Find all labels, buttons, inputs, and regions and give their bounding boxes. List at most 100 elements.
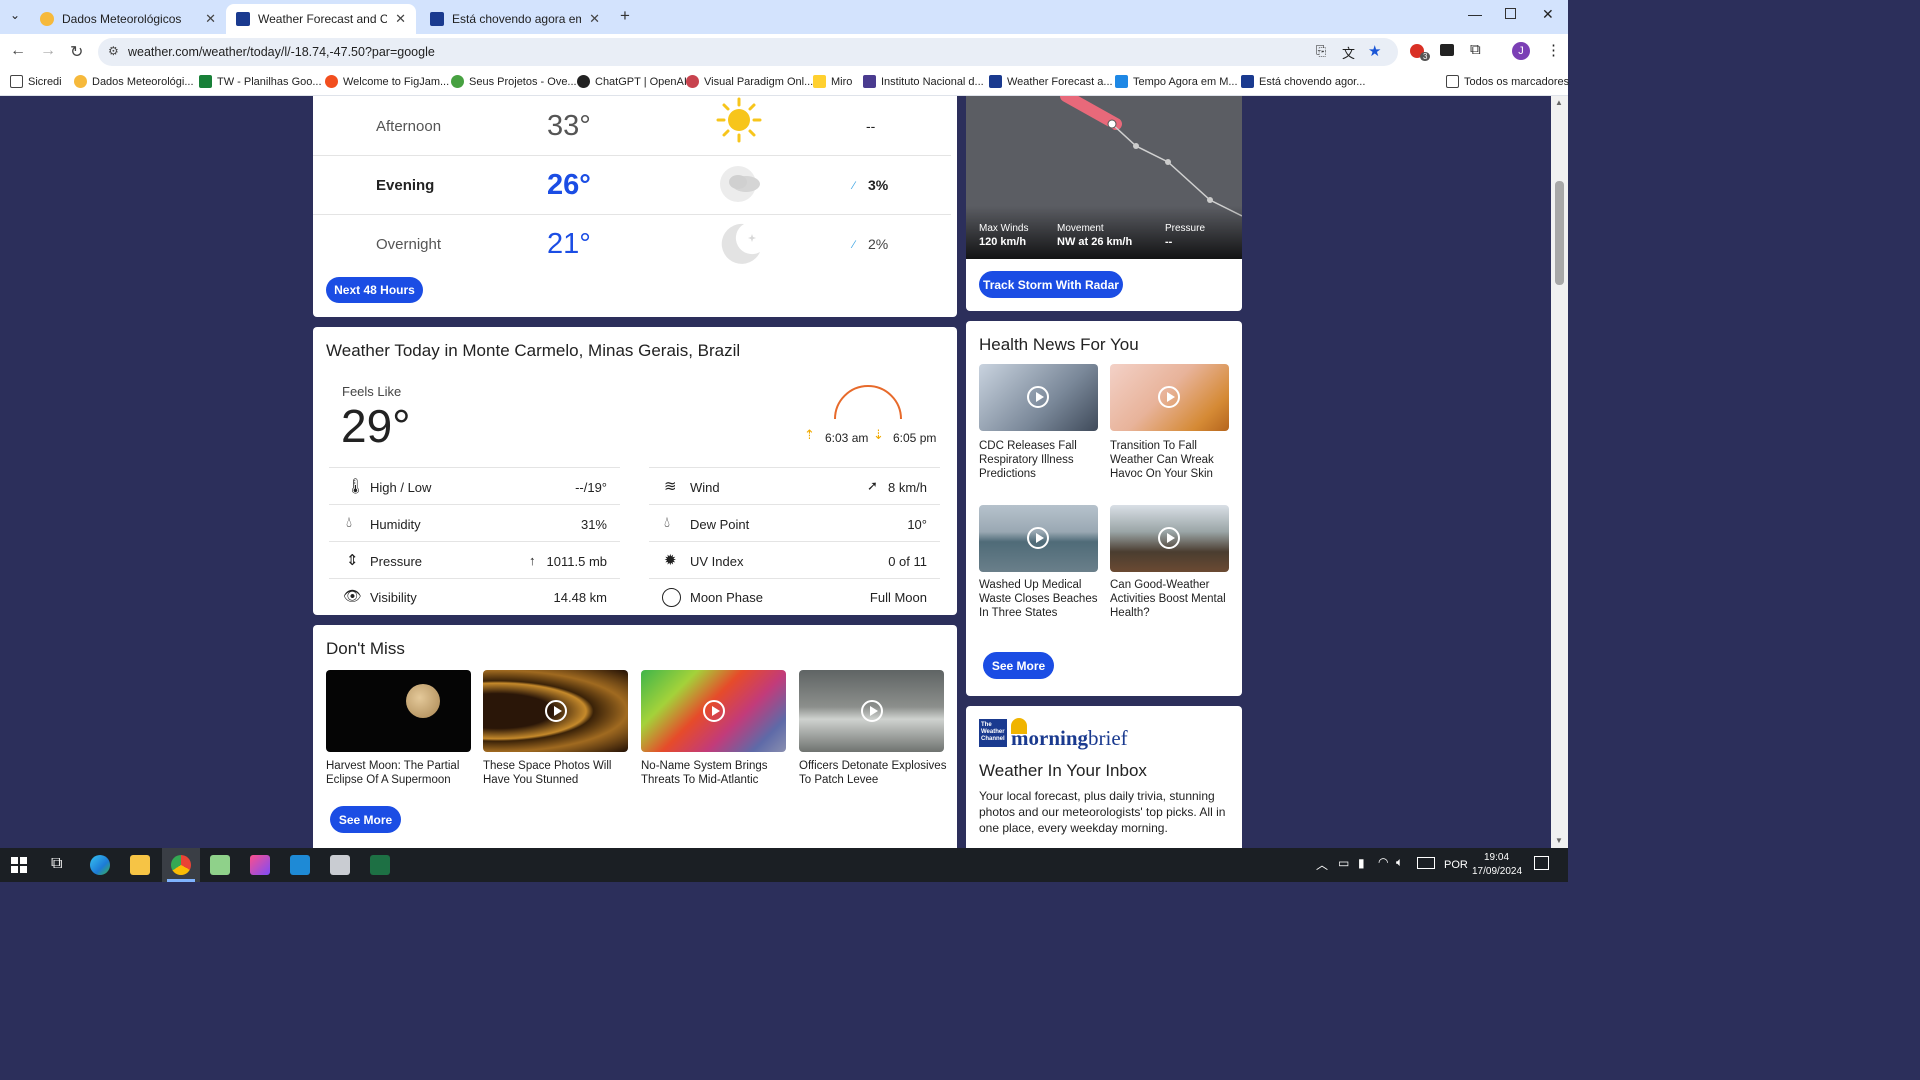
bookmark-item[interactable]: Está chovendo agor...: [1241, 75, 1365, 88]
bookmark-item[interactable]: Weather Forecast a...: [989, 75, 1113, 88]
visual-paradigm-icon: [686, 75, 699, 88]
bookmark-item[interactable]: Sicredi: [10, 75, 62, 88]
notification-icon[interactable]: [1534, 856, 1549, 870]
bookmark-label: Seus Projetos - Ove...: [469, 75, 577, 88]
newsletter-title: Weather In Your Inbox: [979, 761, 1147, 780]
storm-track-map[interactable]: Max Winds 120 km/h Movement NW at 26 km/…: [966, 96, 1242, 259]
notepad-icon[interactable]: [210, 855, 230, 875]
windows-start-icon[interactable]: [11, 857, 27, 873]
bookmark-item[interactable]: TW - Planilhas Goo...: [199, 75, 322, 88]
excel-icon[interactable]: [370, 855, 390, 875]
minimize-icon[interactable]: —: [1468, 6, 1482, 22]
tab-weather[interactable]: Weather Forecast and Conditions ✕: [226, 4, 416, 34]
dont-miss-caption[interactable]: Harvest Moon: The Partial Eclipse Of A S…: [326, 759, 471, 787]
translate-icon[interactable]: 文: [1342, 43, 1355, 62]
scroll-up-icon[interactable]: ▲: [1555, 98, 1563, 107]
bookmark-item[interactable]: Instituto Nacional d...: [863, 75, 984, 88]
precip-drop-icon: ∕: [853, 180, 855, 192]
wind-icon: ≋: [664, 478, 677, 495]
tab-search-icon[interactable]: ⌄: [10, 8, 20, 22]
site-info-icon[interactable]: ⚙: [108, 44, 119, 58]
bookmark-label: Sicredi: [28, 75, 62, 88]
reload-icon[interactable]: ↻: [70, 42, 83, 62]
chevron-up-icon[interactable]: ︿: [1316, 856, 1328, 873]
tab-chovendo[interactable]: Está chovendo agora em Monte ✕: [420, 4, 610, 34]
scroll-down-icon[interactable]: ▼: [1555, 836, 1563, 845]
scrollbar-track[interactable]: ▲ ▼: [1551, 96, 1568, 848]
health-caption[interactable]: Washed Up Medical Waste Closes Beaches I…: [979, 578, 1104, 620]
max-winds-label: Max Winds: [979, 223, 1029, 234]
health-see-more-button[interactable]: See More: [983, 652, 1054, 679]
task-view-icon[interactable]: ⧉: [51, 855, 62, 873]
battery-icon[interactable]: ▮: [1358, 856, 1365, 870]
extension-icon[interactable]: [1440, 44, 1454, 56]
detail-label: Visibility: [370, 590, 417, 605]
dont-miss-thumb-2[interactable]: [483, 670, 628, 752]
close-icon[interactable]: ✕: [205, 11, 216, 27]
track-storm-button[interactable]: Track Storm With Radar: [979, 271, 1123, 298]
health-thumb-2[interactable]: [1110, 364, 1229, 431]
bookmark-item[interactable]: Welcome to FigJam...: [325, 75, 449, 88]
bookmark-item[interactable]: Seus Projetos - Ove...: [451, 75, 577, 88]
back-icon[interactable]: ←: [10, 42, 26, 60]
app-icon[interactable]: [330, 855, 350, 875]
miro-icon: [813, 75, 826, 88]
today-title: Weather Today in Monte Carmelo, Minas Ge…: [326, 341, 741, 360]
health-thumb-1[interactable]: [979, 364, 1098, 431]
volume-icon[interactable]: 🔈︎: [1396, 855, 1403, 870]
avatar[interactable]: J: [1512, 42, 1530, 60]
close-icon[interactable]: ✕: [589, 11, 600, 27]
vscode-icon[interactable]: [290, 855, 310, 875]
clock-time[interactable]: 19:04: [1484, 852, 1509, 863]
dont-miss-see-more-button[interactable]: See More: [330, 806, 401, 833]
file-explorer-icon[interactable]: [130, 855, 150, 875]
precip-value: --: [866, 118, 876, 134]
dont-miss-caption[interactable]: Officers Detonate Explosives To Patch Le…: [799, 759, 949, 787]
humidity-icon: 💧︎: [346, 514, 353, 531]
clock-date[interactable]: 17/09/2024: [1472, 866, 1522, 877]
wifi-icon[interactable]: ◠: [1378, 855, 1388, 869]
forward-icon[interactable]: →: [40, 42, 56, 60]
next-48-hours-button[interactable]: Next 48 Hours: [326, 277, 423, 303]
jetbrains-icon[interactable]: [250, 855, 270, 875]
health-thumb-4[interactable]: [1110, 505, 1229, 572]
dont-miss-thumb-4[interactable]: [799, 670, 944, 752]
bookmark-item[interactable]: Tempo Agora em M...: [1115, 75, 1238, 88]
all-bookmarks[interactable]: Todos os marcadores: [1446, 75, 1569, 88]
keyboard-icon[interactable]: [1417, 857, 1435, 869]
detail-value: 1011.5 mb: [546, 554, 607, 569]
openai-icon: [577, 75, 590, 88]
address-bar[interactable]: ⚙ weather.com/weather/today/l/-18.74,-47…: [98, 38, 1398, 66]
bookmark-item[interactable]: Miro: [813, 75, 852, 88]
scrollbar-thumb[interactable]: [1555, 181, 1564, 285]
bookmark-label: Welcome to FigJam...: [343, 75, 450, 88]
chrome-icon[interactable]: [171, 855, 191, 875]
menu-icon[interactable]: ⋮: [1546, 41, 1561, 59]
health-caption[interactable]: Transition To Fall Weather Can Wreak Hav…: [1110, 439, 1235, 481]
extensions-puzzle-icon[interactable]: ⧉: [1470, 41, 1481, 58]
dont-miss-caption[interactable]: No-Name System Brings Threats To Mid-Atl…: [641, 759, 786, 787]
health-thumb-3[interactable]: [979, 505, 1098, 572]
dont-miss-thumb-1[interactable]: [326, 670, 471, 752]
dont-miss-thumb-3[interactable]: [641, 670, 786, 752]
dont-miss-caption[interactable]: These Space Photos Will Have You Stunned: [483, 759, 628, 787]
sunset-icon: ⇣: [873, 427, 884, 442]
detail-label: Pressure: [370, 554, 423, 569]
tab-dados[interactable]: Dados Meteorológicos ✕: [30, 4, 226, 34]
forecast-period-label: Evening: [376, 177, 435, 194]
bookmark-star-icon[interactable]: ★: [1368, 42, 1381, 60]
new-tab-icon[interactable]: +: [620, 6, 630, 26]
close-window-icon[interactable]: ✕: [1542, 6, 1554, 23]
bookmark-item[interactable]: Dados Meteorológi...: [74, 75, 194, 88]
edge-icon[interactable]: [90, 855, 110, 875]
forecast-card: Afternoon 33° -- Evening 26° ∕ 3% Overni…: [313, 96, 957, 317]
install-icon[interactable]: ⎘: [1316, 43, 1326, 59]
restore-icon[interactable]: [1505, 8, 1516, 19]
bookmark-item[interactable]: ChatGPT | OpenAI: [577, 75, 687, 88]
health-caption[interactable]: CDC Releases Fall Respiratory Illness Pr…: [979, 439, 1098, 481]
language-indicator[interactable]: POR: [1444, 859, 1468, 871]
system-tray-icon[interactable]: ▭: [1338, 856, 1349, 870]
close-icon[interactable]: ✕: [395, 11, 406, 27]
bookmark-item[interactable]: Visual Paradigm Onl...: [686, 75, 813, 88]
health-caption[interactable]: Can Good-Weather Activities Boost Mental…: [1110, 578, 1235, 620]
